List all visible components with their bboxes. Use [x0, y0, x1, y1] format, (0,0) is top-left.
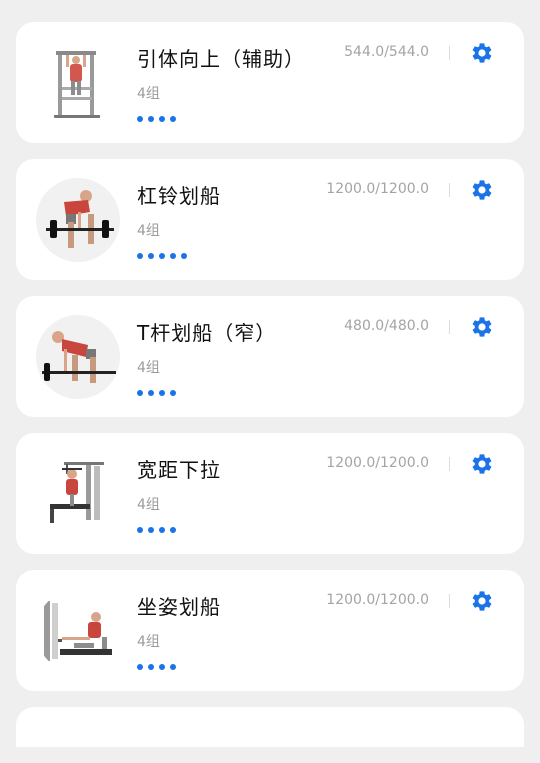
gear-icon[interactable]	[470, 452, 494, 476]
set-dot	[170, 116, 176, 122]
set-dot	[170, 664, 176, 670]
exercise-weight: 1200.0/1200.0	[326, 592, 429, 608]
set-progress-dots	[137, 664, 176, 670]
exercise-sets: 4组	[137, 360, 160, 376]
set-dot	[148, 390, 154, 396]
set-dot	[137, 664, 143, 670]
set-dot	[181, 253, 187, 259]
exercise-card[interactable]: 引体向上（辅助） 4组 544.0/544.0	[16, 22, 524, 143]
assisted-pullup-machine-illustration	[36, 41, 120, 125]
wide-grip-pulldown-illustration	[36, 452, 120, 536]
divider	[449, 183, 450, 197]
divider	[449, 320, 450, 334]
gear-icon[interactable]	[470, 589, 494, 613]
exercise-weight: 1200.0/1200.0	[326, 181, 429, 197]
exercise-title: 宽距下拉	[137, 458, 221, 482]
set-dot	[148, 253, 154, 259]
set-progress-dots	[137, 116, 176, 122]
set-dot	[148, 116, 154, 122]
exercise-weight: 480.0/480.0	[344, 318, 429, 334]
exercise-sets: 4组	[137, 223, 160, 239]
set-dot	[159, 116, 165, 122]
divider	[449, 46, 450, 60]
set-dot	[159, 390, 165, 396]
t-bar-row-illustration	[36, 315, 120, 399]
exercise-title: 引体向上（辅助）	[137, 47, 305, 71]
gear-icon[interactable]	[470, 178, 494, 202]
exercise-title: 杠铃划船	[137, 184, 221, 208]
set-dot	[137, 527, 143, 533]
exercise-card-partial[interactable]	[16, 707, 524, 747]
gear-icon[interactable]	[470, 315, 494, 339]
exercise-title: T杆划船（窄）	[137, 321, 277, 345]
exercise-title: 坐姿划船	[137, 595, 221, 619]
divider	[449, 594, 450, 608]
exercise-card[interactable]: T杆划船（窄） 4组 480.0/480.0	[16, 296, 524, 417]
set-progress-dots	[137, 253, 187, 259]
set-dot	[137, 253, 143, 259]
divider	[449, 457, 450, 471]
set-dot	[148, 664, 154, 670]
set-dot	[159, 527, 165, 533]
set-dot	[170, 390, 176, 396]
barbell-row-illustration	[36, 178, 120, 262]
set-dot	[170, 253, 176, 259]
gear-icon[interactable]	[470, 41, 494, 65]
set-dot	[159, 664, 165, 670]
set-dot	[170, 527, 176, 533]
exercise-weight: 544.0/544.0	[344, 44, 429, 60]
set-dot	[137, 116, 143, 122]
set-progress-dots	[137, 390, 176, 396]
exercise-card[interactable]: 杠铃划船 4组 1200.0/1200.0	[16, 159, 524, 280]
exercise-weight: 1200.0/1200.0	[326, 455, 429, 471]
exercise-sets: 4组	[137, 634, 160, 650]
set-progress-dots	[137, 527, 176, 533]
exercise-sets: 4组	[137, 86, 160, 102]
exercise-card[interactable]: 坐姿划船 4组 1200.0/1200.0	[16, 570, 524, 691]
set-dot	[159, 253, 165, 259]
exercise-card[interactable]: 宽距下拉 4组 1200.0/1200.0	[16, 433, 524, 554]
set-dot	[148, 527, 154, 533]
exercise-sets: 4组	[137, 497, 160, 513]
set-dot	[137, 390, 143, 396]
exercise-list: 引体向上（辅助） 4组 544.0/544.0 杠铃划船 4组 1200.0/1…	[16, 22, 524, 763]
seated-cable-row-illustration	[36, 589, 120, 673]
